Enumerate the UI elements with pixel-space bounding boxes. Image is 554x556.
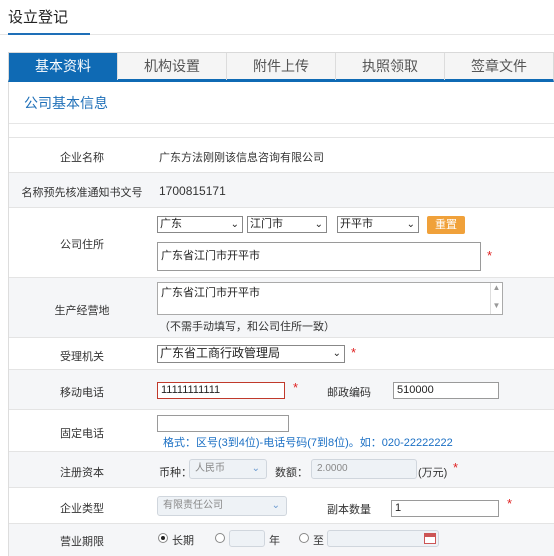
row-capital: 注册资本 币种： 人民币 ⌄ 数额： 2.0000 (万元) * <box>9 452 554 488</box>
required-mark: * <box>487 248 493 263</box>
required-mark: * <box>351 345 357 360</box>
term-long-label: 长期 <box>172 535 194 547</box>
term-years-radio[interactable] <box>215 533 225 543</box>
row-business-place: 生产经营地 广东省江门市开平市 ▲ ▼ （不需手动填写，和公司住所一致） <box>9 278 554 338</box>
company-info-section: 公司基本信息 企业名称 广东方法刚刚该信息咨询有限公司 名称预先核准通知书文号 … <box>8 82 554 556</box>
spacer-row <box>9 124 554 138</box>
landline-input[interactable] <box>157 415 289 432</box>
postcode-input[interactable]: 510000 <box>393 382 499 399</box>
mobile-label: 移动电话 <box>60 387 104 399</box>
authority-value: 广东省工商行政管理局 <box>160 346 281 360</box>
section-title: 公司基本信息 <box>9 82 554 124</box>
required-mark: * <box>507 496 513 511</box>
landline-format-hint: 格式：区号(3到4位)-电话号码(7到8位)。如：020-22222222 <box>163 437 453 449</box>
company-type-label: 企业类型 <box>60 503 104 515</box>
page-title: 设立登记 <box>8 9 69 26</box>
company-type-select[interactable]: 有限责任公司 ⌄ <box>157 496 287 516</box>
district-value: 开平市 <box>340 218 373 230</box>
postcode-label: 邮政编码 <box>327 387 371 399</box>
company-name-label: 企业名称 <box>60 152 104 164</box>
address-label: 公司住所 <box>60 239 104 251</box>
business-place-textarea[interactable]: 广东省江门市开平市 ▲ ▼ <box>157 282 503 315</box>
tab-bar: 基本资料 机构设置 附件上传 执照领取 签章文件 <box>8 52 554 82</box>
authority-select[interactable]: 广东省工商行政管理局 ⌄ <box>157 345 345 363</box>
row-landline: 固定电话 格式：区号(3到4位)-电话号码(7到8位)。如：020-222222… <box>9 410 554 452</box>
term-label: 营业期限 <box>60 536 104 548</box>
required-mark: * <box>293 380 299 395</box>
term-end-date-input[interactable] <box>327 530 439 547</box>
province-value: 广东 <box>160 218 182 230</box>
name-notice-value: 1700815171 <box>159 184 226 198</box>
company-name-value: 广东方法刚刚该信息咨询有限公司 <box>159 152 324 164</box>
district-select[interactable]: 开平市 ⌄ <box>337 216 419 233</box>
scrollbar[interactable]: ▲ ▼ <box>490 283 502 314</box>
chevron-down-icon: ⌄ <box>230 219 239 230</box>
calendar-icon[interactable] <box>424 533 436 544</box>
tab-signature[interactable]: 签章文件 <box>445 53 553 80</box>
province-select[interactable]: 广东 ⌄ <box>157 216 243 233</box>
row-authority: 受理机关 广东省工商行政管理局 ⌄ * <box>9 338 554 370</box>
tab-basic-info[interactable]: 基本资料 <box>9 53 118 80</box>
reset-address-button[interactable]: 重置 <box>427 216 465 234</box>
address-detail-input[interactable]: 广东省江门市开平市 <box>157 242 481 271</box>
term-date-radio[interactable] <box>299 533 309 543</box>
required-mark: * <box>453 460 459 475</box>
term-long-radio[interactable] <box>158 533 168 543</box>
currency-select[interactable]: 人民币 ⌄ <box>189 459 267 479</box>
currency-value: 人民币 <box>195 463 225 474</box>
term-year-unit: 年 <box>269 535 280 547</box>
business-place-value: 广东省江门市开平市 <box>161 287 260 299</box>
authority-label: 受理机关 <box>60 351 104 363</box>
chevron-down-icon: ⌄ <box>314 219 323 230</box>
tab-license[interactable]: 执照领取 <box>336 53 445 80</box>
landline-label: 固定电话 <box>60 428 104 440</box>
city-select[interactable]: 江门市 ⌄ <box>247 216 327 233</box>
chevron-down-icon: ⌄ <box>251 463 260 474</box>
city-value: 江门市 <box>250 218 283 230</box>
business-place-label: 生产经营地 <box>54 305 110 317</box>
row-mobile: 移动电话 11111111111 * 邮政编码 510000 <box>9 370 554 410</box>
term-to-label: 至 <box>313 535 324 547</box>
name-notice-label: 名称预先核准通知书文号 <box>21 187 143 199</box>
row-term: 营业期限 长期 年 至 <box>9 524 554 556</box>
chevron-down-icon: ⌄ <box>271 500 280 511</box>
currency-label: 币种： <box>159 467 192 479</box>
mobile-input[interactable]: 11111111111 <box>157 382 285 399</box>
title-underline <box>8 33 90 35</box>
copies-input[interactable]: 1 <box>391 500 499 517</box>
copies-label: 副本数量 <box>327 504 371 516</box>
row-address: 公司住所 广东 ⌄ 江门市 ⌄ 开平市 ⌄ 重置 广东省江门市开平市 * <box>9 208 554 278</box>
row-company-name: 企业名称 广东方法刚刚该信息咨询有限公司 <box>9 138 554 173</box>
tab-attachments[interactable]: 附件上传 <box>227 53 336 80</box>
capital-label: 注册资本 <box>60 467 104 479</box>
term-years-input[interactable] <box>229 530 265 547</box>
chevron-down-icon: ⌄ <box>332 348 341 359</box>
tab-organization[interactable]: 机构设置 <box>118 53 227 80</box>
row-company-type: 企业类型 有限责任公司 ⌄ 副本数量 1 * <box>9 488 554 524</box>
row-name-notice: 名称预先核准通知书文号 1700815171 <box>9 173 554 208</box>
business-place-note: （不需手动填写，和公司住所一致） <box>159 321 335 333</box>
amount-label: 数额： <box>275 467 308 479</box>
chevron-down-icon: ⌄ <box>406 219 415 230</box>
capital-unit: (万元) <box>418 467 448 479</box>
amount-input[interactable]: 2.0000 <box>311 459 417 479</box>
company-type-value: 有限责任公司 <box>163 500 223 511</box>
